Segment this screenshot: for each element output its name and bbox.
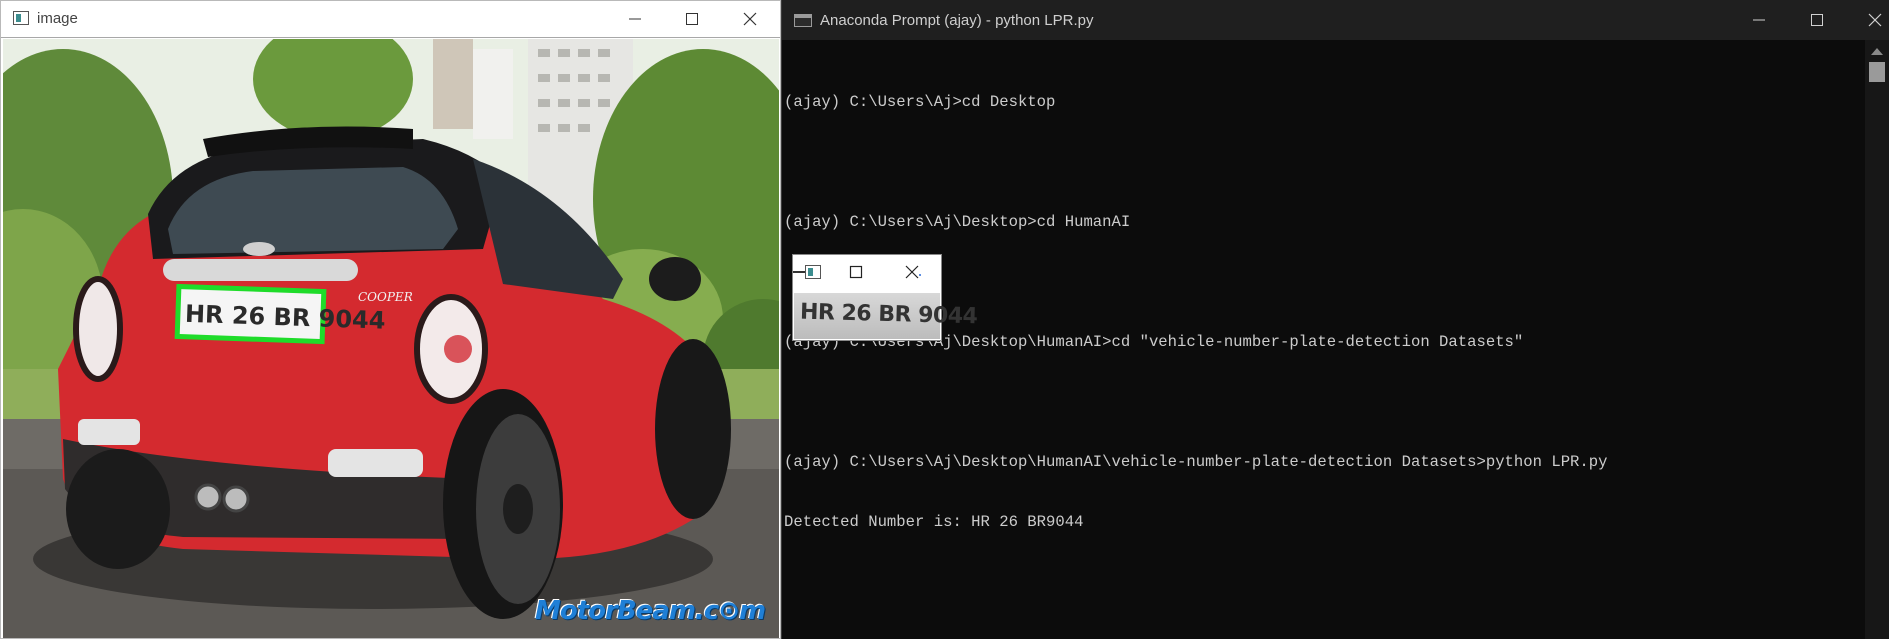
maximize-icon: [1811, 14, 1823, 26]
cropped-plate-titlebar[interactable]: [793, 255, 941, 291]
scroll-up-arrow-icon[interactable]: [1871, 48, 1883, 55]
maximize-button[interactable]: [663, 1, 721, 37]
image-window-title: image: [37, 10, 78, 27]
dash-icon: [793, 271, 805, 273]
terminal-maximize-button[interactable]: [1788, 2, 1846, 38]
car-photo: HR 26 BR 9044 COOPER: [3, 39, 779, 638]
minimize-icon: [1753, 19, 1765, 21]
image-window[interactable]: image HR 26 BR 9044 COOPER MotorBeam.c⊙m: [0, 0, 781, 639]
close-icon: [1868, 13, 1882, 27]
close-button[interactable]: [721, 1, 779, 37]
scrollbar-thumb[interactable]: [1869, 62, 1885, 82]
maximize-button[interactable]: [849, 265, 863, 284]
cropped-plate-text: HR 26 BR 9044: [799, 299, 978, 330]
motorbeam-watermark: MotorBeam.c⊙m: [535, 596, 766, 626]
opencv-window-icon: [13, 11, 29, 25]
terminal-line: (ajay) C:\Users\Aj\Desktop\HumanAI\vehic…: [784, 453, 1608, 471]
terminal-line: (ajay) C:\Users\Aj\Desktop>cd HumanAI: [784, 213, 1131, 231]
maximize-icon: [849, 265, 863, 279]
terminal-titlebar[interactable]: Anaconda Prompt (ajay) - python LPR.py: [782, 0, 1889, 40]
cooper-badge: COOPER: [358, 290, 413, 304]
terminal-close-button[interactable]: [1846, 2, 1889, 38]
opencv-window-icon: [805, 265, 821, 279]
terminal-line: Detected Number is: HR 26 BR9044: [784, 513, 1084, 531]
minimize-button[interactable]: [606, 1, 664, 37]
maximize-icon: [686, 13, 698, 25]
terminal-icon: [794, 14, 812, 27]
terminal-minimize-button[interactable]: [1730, 2, 1788, 38]
cropped-plate-window[interactable]: HR 26 BR 9044: [792, 254, 978, 341]
cropped-plate-image: HR 26 BR 9044: [794, 293, 978, 339]
minimize-icon: [629, 18, 641, 20]
close-button[interactable]: [905, 265, 921, 284]
close-icon: [905, 265, 921, 279]
terminal-scrollbar[interactable]: [1865, 40, 1889, 639]
terminal-line: (ajay) C:\Users\Aj\Desktop\HumanAI>cd "v…: [784, 333, 1524, 351]
image-canvas: HR 26 BR 9044 COOPER MotorBeam.c⊙m: [3, 39, 779, 638]
image-window-titlebar[interactable]: image: [1, 1, 780, 38]
terminal-title: Anaconda Prompt (ajay) - python LPR.py: [820, 12, 1094, 29]
close-icon: [743, 12, 757, 26]
terminal-line: (ajay) C:\Users\Aj>cd Desktop: [784, 93, 1056, 111]
